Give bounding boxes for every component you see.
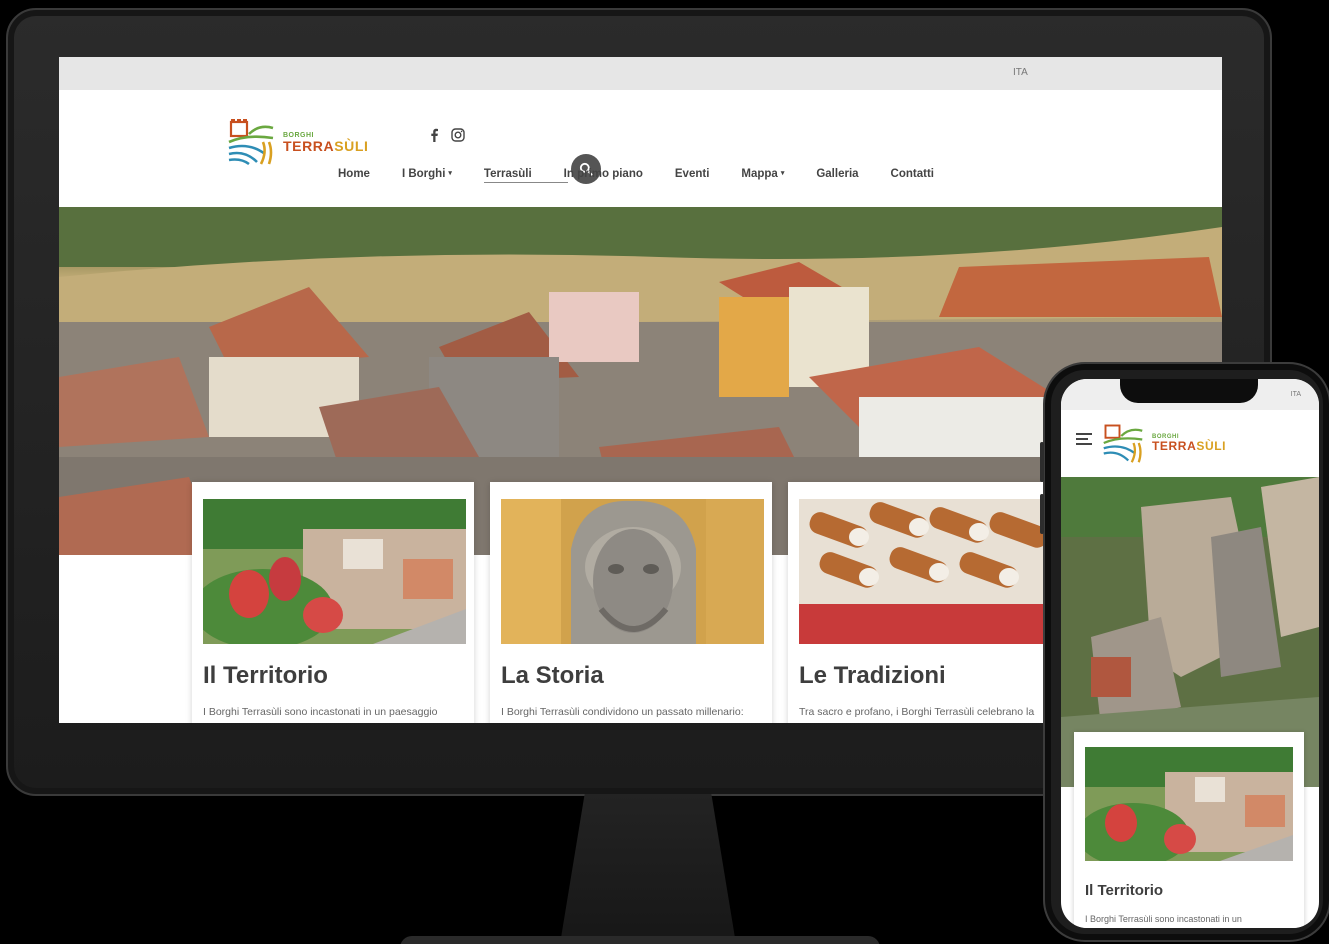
nav-item-label: I Borghi xyxy=(401,168,446,180)
monitor-stand-base xyxy=(400,936,880,944)
mobile-header: BORGHI TERRASÙLI xyxy=(1061,410,1319,477)
card-title: Il Territorio xyxy=(1085,882,1164,899)
card-image-cannoli xyxy=(799,499,1062,644)
social-links xyxy=(429,128,465,142)
nav-item-label: Terrasùli xyxy=(483,168,532,180)
language-selector[interactable]: ITA xyxy=(1013,67,1028,78)
top-bar: ITA xyxy=(59,57,1222,90)
card-title: La Storia xyxy=(501,662,604,689)
logo-big-text: TERRASÙLI xyxy=(1152,440,1226,452)
nav-item-terrasuli[interactable]: Terrasùli xyxy=(484,168,532,180)
nav-item-home[interactable]: Home xyxy=(338,168,370,180)
card-text: I Borghi Terrasùli sono incastonati in u… xyxy=(1085,914,1242,924)
card-image-prickly-pear xyxy=(1085,747,1293,861)
mobile-website: ITA BORGHI TERRASÙLI Il Territorio I Bor… xyxy=(1061,379,1319,928)
mobile-language-selector[interactable]: ITA xyxy=(1291,391,1301,398)
monitor-stand xyxy=(560,794,736,944)
card-text: Tra sacro e profano, i Borghi Terrasùli … xyxy=(799,706,1035,718)
logo-big-text-b: SÙLI xyxy=(1196,439,1227,453)
mobile-site-logo[interactable]: BORGHI TERRASÙLI xyxy=(1102,422,1226,464)
nav-item-i-borghi[interactable]: I Borghi ▾ xyxy=(402,168,452,180)
nav-item-label: Mappa xyxy=(741,168,778,180)
phone-notch xyxy=(1120,379,1258,403)
main-nav: Home I Borghi ▾ Terrasùli In primo piano … xyxy=(338,168,966,180)
logo-big-text-a: TERRA xyxy=(283,137,335,154)
card-text: I Borghi Terrasùli condividono un passat… xyxy=(501,706,744,718)
nav-item-in-primo-piano[interactable]: In primo piano xyxy=(564,168,643,180)
nav-item-eventi[interactable]: Eventi xyxy=(675,168,710,180)
facebook-icon[interactable] xyxy=(429,128,439,142)
logo-big-text-a: TERRA xyxy=(1152,439,1197,453)
nav-item-label: Contatti xyxy=(890,168,934,180)
nav-item-mappa[interactable]: Mappa ▾ xyxy=(741,168,784,180)
card-tradizioni[interactable]: Le Tradizioni Tra sacro e profano, i Bor… xyxy=(788,482,1070,723)
logo-wordmark: BORGHI TERRASÙLI xyxy=(1152,434,1226,452)
mobile-card-territorio[interactable]: Il Territorio I Borghi Terrasùli sono in… xyxy=(1074,732,1304,928)
phone-side-button xyxy=(1040,442,1044,482)
logo-mark-icon xyxy=(228,119,274,166)
hamburger-icon[interactable] xyxy=(1076,433,1092,445)
site-logo[interactable]: BORGHI TERRASÙLI xyxy=(227,118,369,166)
search-input[interactable] xyxy=(484,182,568,183)
phone-side-button xyxy=(1040,494,1044,534)
logo-big-text: TERRASÙLI xyxy=(283,139,369,153)
logo-wordmark: BORGHI TERRASÙLI xyxy=(283,132,369,153)
card-image-stone-face xyxy=(501,499,764,644)
caret-down-icon: ▾ xyxy=(780,170,785,177)
card-title: Le Tradizioni xyxy=(799,662,946,689)
card-image-prickly-pear xyxy=(203,499,466,644)
caret-down-icon: ▾ xyxy=(448,170,452,177)
phone-frame: ITA BORGHI TERRASÙLI Il Territorio I Bor… xyxy=(1040,362,1329,942)
nav-item-label: Galleria xyxy=(816,168,859,180)
logo-mark-icon xyxy=(1103,424,1143,463)
nav-item-galleria[interactable]: Galleria xyxy=(816,168,858,180)
card-territorio[interactable]: Il Territorio I Borghi Terrasùli sono in… xyxy=(192,482,474,723)
logo-big-text-b: SÙLI xyxy=(334,137,369,154)
nav-item-label: Home xyxy=(338,168,370,180)
nav-item-label: In primo piano xyxy=(563,168,643,180)
site-header: BORGHI TERRASÙLI Home I Borghi ▾ Terrasùl… xyxy=(59,90,1222,207)
nav-item-label: Eventi xyxy=(674,168,710,180)
instagram-icon[interactable] xyxy=(451,128,465,142)
nav-item-contatti[interactable]: Contatti xyxy=(891,168,934,180)
card-storia[interactable]: La Storia I Borghi Terrasùli condividono… xyxy=(490,482,772,723)
card-text: I Borghi Terrasùli sono incastonati in u… xyxy=(203,706,438,718)
card-title: Il Territorio xyxy=(203,662,328,689)
